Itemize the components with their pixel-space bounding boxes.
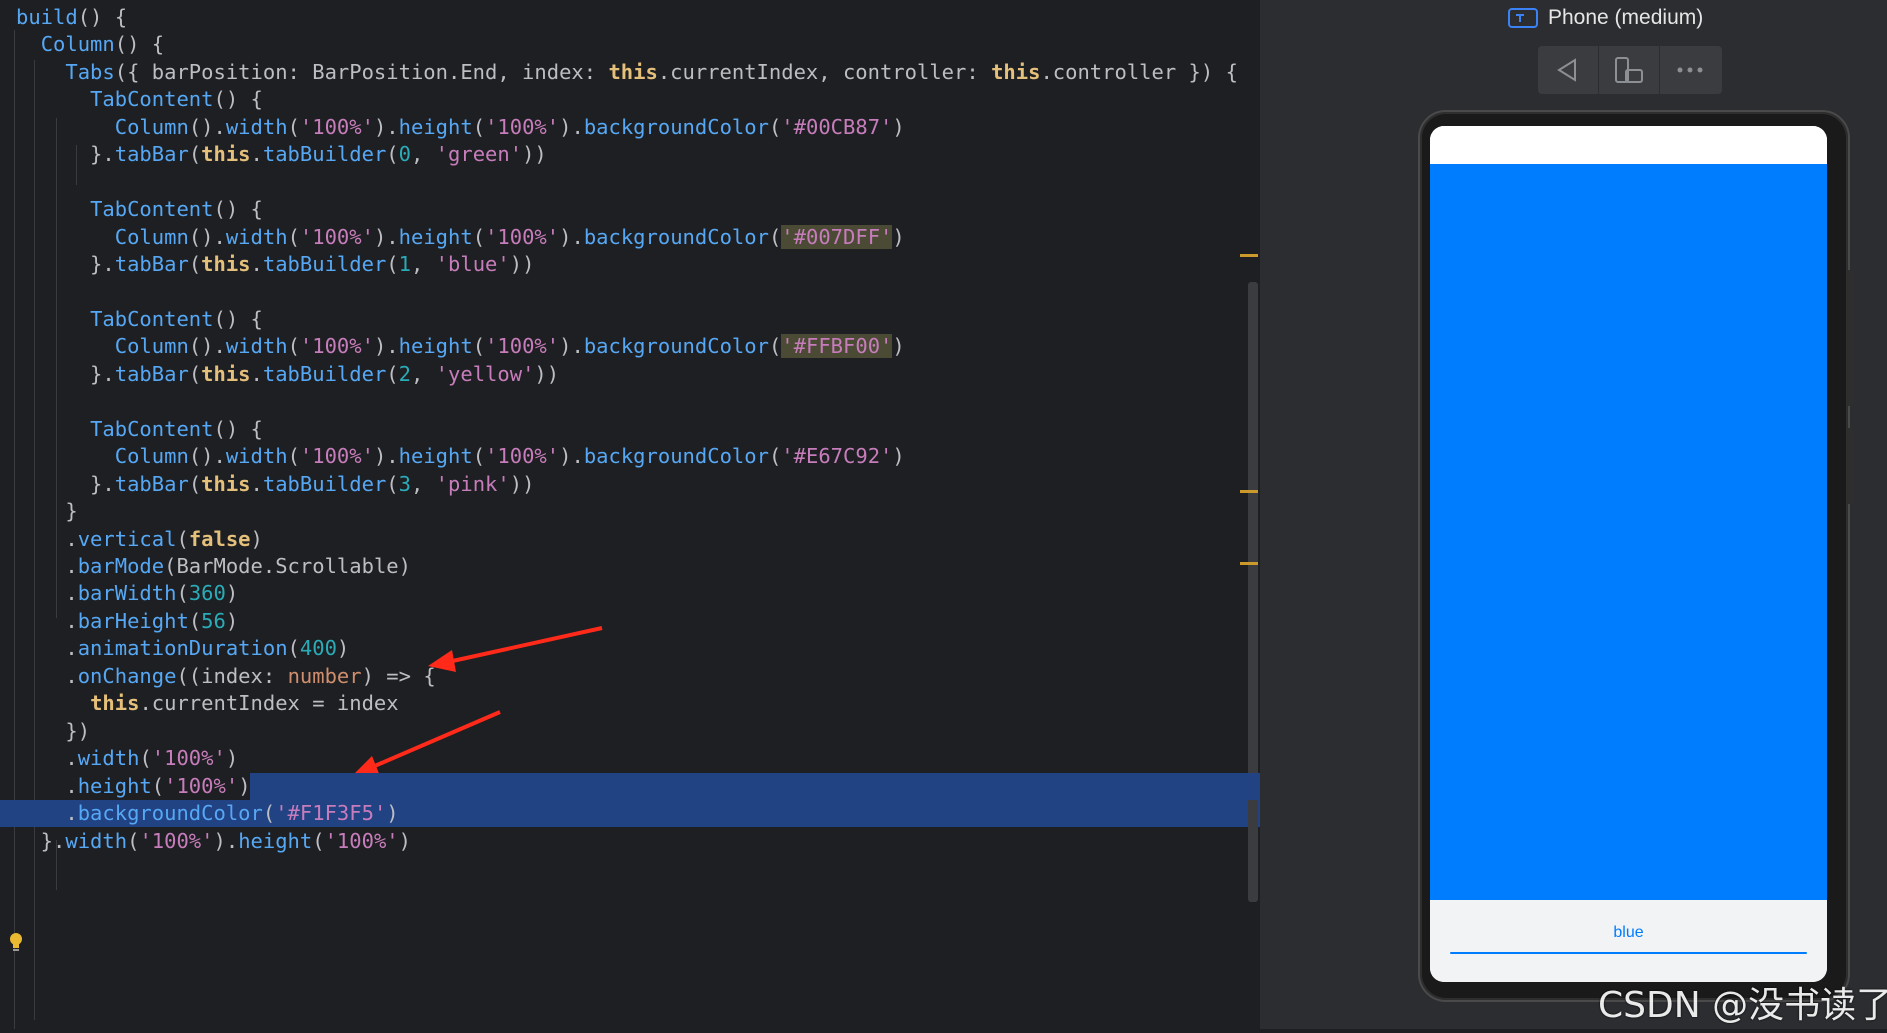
annotation-arrows	[352, 626, 603, 776]
device-title: Phone (medium)	[1548, 6, 1704, 29]
tab-indicator	[1450, 952, 1807, 954]
code-token: .	[16, 773, 78, 798]
back-button[interactable]	[1538, 46, 1599, 94]
code-token: '100%'	[164, 773, 239, 798]
bottom-strip	[0, 1029, 1887, 1033]
annotation-arrow	[447, 626, 603, 664]
rotate-button[interactable]	[1599, 46, 1660, 94]
phone-side-button	[1846, 270, 1854, 406]
more-icon	[1677, 67, 1703, 73]
app-window: build() { Column() { Tabs({ barPosition:…	[0, 0, 1887, 1033]
watermark: CSDN @没书读了	[1598, 985, 1887, 1026]
annotation-arrow	[369, 710, 501, 770]
status-area	[1430, 126, 1827, 164]
tab-bar: blue	[1430, 900, 1827, 982]
selection-highlight	[250, 772, 1260, 801]
phone-screen[interactable]: blue	[1430, 126, 1827, 982]
back-icon	[1557, 58, 1576, 82]
rotate-device-icon	[1615, 57, 1643, 83]
preview-toolbar	[1538, 46, 1722, 94]
code-token: )	[238, 773, 251, 798]
more-button[interactable]	[1660, 46, 1720, 94]
arrow-head	[428, 650, 456, 672]
code-line[interactable]: .height('100%')	[0, 772, 1260, 801]
device-selector[interactable]: Phone (medium)	[1508, 4, 1703, 32]
code-token: (	[151, 773, 165, 798]
code-token: height	[77, 773, 152, 798]
code-editor[interactable]: build() { Column() { Tabs({ barPosition:…	[0, 0, 1260, 1033]
phone-side-button	[1846, 428, 1854, 504]
tab-blue[interactable]: blue	[1430, 924, 1827, 942]
tab-content-blue[interactable]	[1430, 164, 1827, 900]
phone-device-icon	[1508, 8, 1538, 28]
previewer-panel: Phone (medium) blue	[1260, 0, 1887, 1033]
